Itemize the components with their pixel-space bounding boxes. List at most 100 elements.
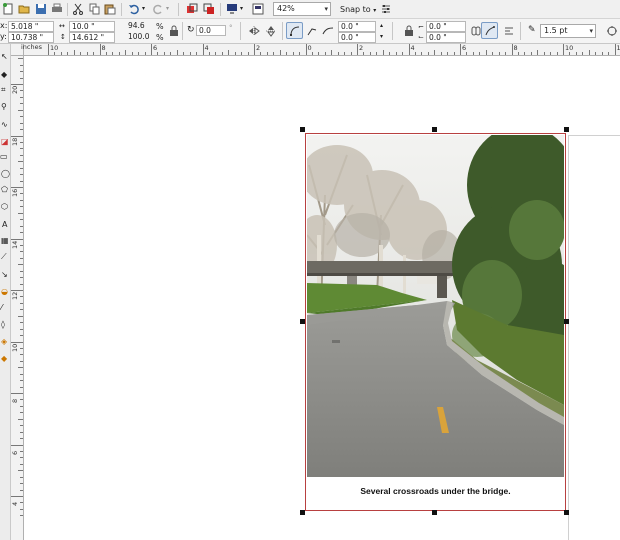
lock-ratio-2-icon[interactable]: [403, 25, 415, 37]
caption-box[interactable]: Several crossroads under the bridge.: [307, 477, 564, 510]
redo-dropdown-icon[interactable]: ▾: [166, 4, 169, 14]
x-position-field[interactable]: 5.018 ": [8, 21, 54, 32]
ruler-tick: [18, 109, 23, 111]
new-document-icon[interactable]: [2, 3, 14, 15]
corner-vertical-field[interactable]: 0.0 ": [426, 32, 466, 43]
paste-icon[interactable]: [104, 3, 116, 15]
save-icon[interactable]: [35, 3, 47, 15]
ruler-tick: [20, 360, 23, 362]
pick-tool-icon[interactable]: ↖: [1, 52, 8, 62]
ruler-tick: [11, 341, 23, 343]
smooth-node-icon[interactable]: [322, 25, 334, 37]
corner-horizontal-field[interactable]: 0.0 ": [426, 21, 466, 32]
interactive-fill-tool-icon[interactable]: ◆: [1, 354, 7, 364]
ruler-tick: [492, 52, 494, 55]
ruler-tick: [18, 367, 23, 369]
ruler-tick: [93, 52, 95, 55]
ruler-tick: [20, 167, 23, 169]
open-folder-icon[interactable]: [18, 3, 30, 15]
blend-tool-icon[interactable]: ◒: [1, 287, 8, 297]
zoom-tool-icon[interactable]: ⚲: [1, 102, 7, 112]
resize-handle-bottom[interactable]: [432, 510, 437, 515]
outline-width-combo[interactable]: 1.5 pt ▾: [540, 24, 596, 38]
ruler-tick: [331, 50, 333, 55]
application-launcher-icon[interactable]: [226, 3, 238, 15]
ruler-tick: [20, 399, 23, 401]
y-position-field[interactable]: 10.738 ": [8, 32, 54, 43]
scale-y-field[interactable]: 100.0: [126, 32, 154, 43]
launcher-dropdown-icon[interactable]: ▾: [240, 4, 243, 14]
export-icon[interactable]: [203, 3, 215, 15]
mirror-vertical-icon[interactable]: [265, 25, 277, 37]
mirror-horizontal-icon[interactable]: [248, 25, 260, 37]
ruler-h-label: 2: [256, 44, 261, 52]
ruler-tick: [20, 489, 23, 491]
print-icon[interactable]: [51, 3, 63, 15]
ruler-tick: [20, 64, 23, 66]
snap-to-button[interactable]: Snap to ▾: [340, 5, 376, 16]
resize-handle-left[interactable]: [300, 319, 305, 324]
separator: [220, 3, 221, 16]
copy-icon[interactable]: [89, 3, 101, 15]
resize-handle-top[interactable]: [432, 127, 437, 132]
ruler-tick: [20, 193, 23, 195]
ruler-v-label: 20: [11, 85, 19, 94]
text-tool-icon[interactable]: A: [2, 220, 7, 230]
ruler-tick: [86, 52, 88, 55]
resize-handle-bottom-right[interactable]: [564, 510, 569, 515]
freehand-tool-icon[interactable]: ∿: [1, 120, 8, 130]
connector-tool-icon[interactable]: ↘: [1, 270, 8, 280]
zoom-level-combo[interactable]: 42% ▾: [273, 2, 331, 16]
ruler-v-label: 18: [11, 137, 19, 146]
ruler-tick: [447, 52, 449, 55]
skew-v-spin-icon[interactable]: ▾: [380, 32, 383, 42]
shape-tool-icon[interactable]: ◆: [1, 70, 7, 80]
rotation-field[interactable]: 0.0: [196, 25, 226, 36]
polygon-tool-icon[interactable]: ⬠: [1, 185, 8, 195]
import-icon[interactable]: [186, 3, 198, 15]
undo-icon[interactable]: [128, 3, 140, 15]
ruler-tick: [427, 52, 429, 55]
ellipse-tool-icon[interactable]: ◯: [1, 169, 10, 179]
line-node-icon[interactable]: [306, 25, 318, 37]
dimension-tool-icon[interactable]: ⟋: [1, 252, 7, 262]
resize-handle-top-right[interactable]: [564, 127, 569, 132]
skew-horizontal-field[interactable]: 0.0 ": [338, 21, 376, 32]
outline-tool-icon[interactable]: ◊: [1, 320, 5, 330]
resize-handle-bottom-left[interactable]: [300, 510, 305, 515]
height-field[interactable]: 14.612 ": [69, 32, 115, 43]
smart-fill-tool-icon[interactable]: ◪: [1, 137, 9, 147]
zoom-dropdown-icon: ▾: [324, 5, 328, 13]
ruler-tick: [20, 277, 23, 279]
welcome-screen-icon[interactable]: [252, 3, 264, 15]
ruler-tick: [511, 44, 513, 55]
cut-icon[interactable]: [72, 3, 84, 15]
undo-dropdown-icon[interactable]: ▾: [142, 4, 145, 14]
ruler-tick: [305, 44, 307, 55]
skew-vertical-field[interactable]: 0.0 ": [338, 32, 376, 43]
horizontal-ruler[interactable]: inches 10 8 6 4 2 0 2 4 6 8 10 12: [21, 44, 620, 56]
ruler-tick: [11, 187, 23, 188]
crop-tool-icon[interactable]: ⌗: [1, 85, 6, 95]
fill-tool-icon[interactable]: ◈: [1, 337, 7, 347]
photo-caption[interactable]: Several crossroads under the bridge.: [307, 486, 564, 496]
ruler-tick: [215, 52, 217, 55]
bike-path-photo[interactable]: [307, 135, 564, 477]
rectangle-tool-icon[interactable]: ▭: [0, 152, 8, 162]
width-field[interactable]: 10.0 ": [69, 21, 115, 32]
transform-options-icon[interactable]: [606, 25, 618, 37]
wrap-text-icon[interactable]: [503, 25, 515, 37]
lock-ratio-icon[interactable]: [168, 25, 180, 37]
ruler-v-label: 4: [11, 501, 19, 506]
table-tool-icon[interactable]: ▦: [1, 236, 9, 246]
resize-handle-right[interactable]: [564, 319, 569, 324]
ruler-v-label: 16: [11, 188, 19, 197]
eyedropper-tool-icon[interactable]: ⁄: [1, 303, 2, 313]
vertical-ruler[interactable]: 20 18 16 14 12 10 8 6 4: [11, 56, 24, 540]
basic-shapes-tool-icon[interactable]: ⬡: [1, 202, 8, 212]
redo-icon[interactable]: [152, 3, 164, 15]
options-icon[interactable]: [380, 3, 392, 15]
resize-handle-top-left[interactable]: [300, 127, 305, 132]
scale-x-field[interactable]: 94.6: [126, 21, 154, 32]
skew-h-spin-icon[interactable]: ▴: [380, 21, 383, 31]
